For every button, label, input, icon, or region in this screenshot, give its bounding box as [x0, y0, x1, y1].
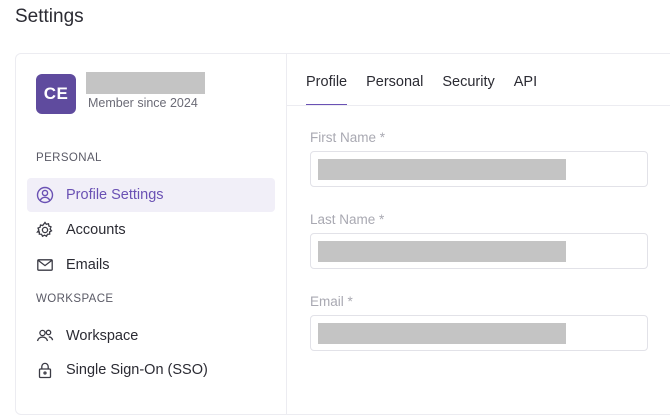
sidebar-item-label: Single Sign-On (SSO)	[66, 362, 208, 378]
first-name-field[interactable]	[310, 151, 648, 187]
sidebar-item-accounts[interactable]: Accounts	[27, 213, 275, 247]
email-label: Email *	[310, 294, 353, 309]
lock-icon	[35, 360, 55, 380]
tabs-divider	[287, 105, 670, 106]
sidebar-divider	[286, 54, 287, 414]
sidebar-item-workspace[interactable]: Workspace	[27, 319, 275, 353]
email-value-redacted	[318, 323, 566, 344]
sidebar-item-label: Accounts	[66, 222, 126, 238]
page-title: Settings	[15, 6, 84, 27]
first-name-value-redacted	[318, 159, 566, 180]
sidebar-item-emails[interactable]: Emails	[27, 248, 275, 282]
settings-card: CE Member since 2024 PERSONAL Profile Se…	[15, 53, 670, 415]
section-label-personal: PERSONAL	[36, 152, 102, 164]
sidebar-item-sso[interactable]: Single Sign-On (SSO)	[27, 353, 275, 387]
last-name-value-redacted	[318, 241, 566, 262]
section-label-workspace: WORKSPACE	[36, 293, 114, 305]
sidebar-item-label: Emails	[66, 257, 110, 273]
tab-personal[interactable]: Personal	[366, 74, 423, 106]
tab-security[interactable]: Security	[442, 74, 494, 106]
email-field[interactable]	[310, 315, 648, 351]
tab-profile[interactable]: Profile	[306, 74, 348, 106]
users-icon	[35, 326, 55, 346]
sidebar-item-label: Profile Settings	[66, 187, 164, 203]
envelope-icon	[35, 255, 55, 275]
sidebar: CE Member since 2024 PERSONAL Profile Se…	[16, 54, 286, 414]
sidebar-item-label: Workspace	[66, 328, 139, 344]
member-since: Member since 2024	[88, 96, 198, 110]
user-name-redacted	[86, 72, 205, 94]
sidebar-item-profile-settings[interactable]: Profile Settings	[27, 178, 275, 212]
last-name-field[interactable]	[310, 233, 648, 269]
settings-tabs: Profile Personal Security API	[306, 74, 556, 106]
first-name-label: First Name *	[310, 130, 386, 145]
user-circle-icon	[35, 185, 55, 205]
tab-api[interactable]: API	[514, 74, 537, 106]
avatar: CE	[36, 74, 76, 114]
gear-icon	[35, 220, 55, 240]
last-name-label: Last Name *	[310, 212, 385, 227]
